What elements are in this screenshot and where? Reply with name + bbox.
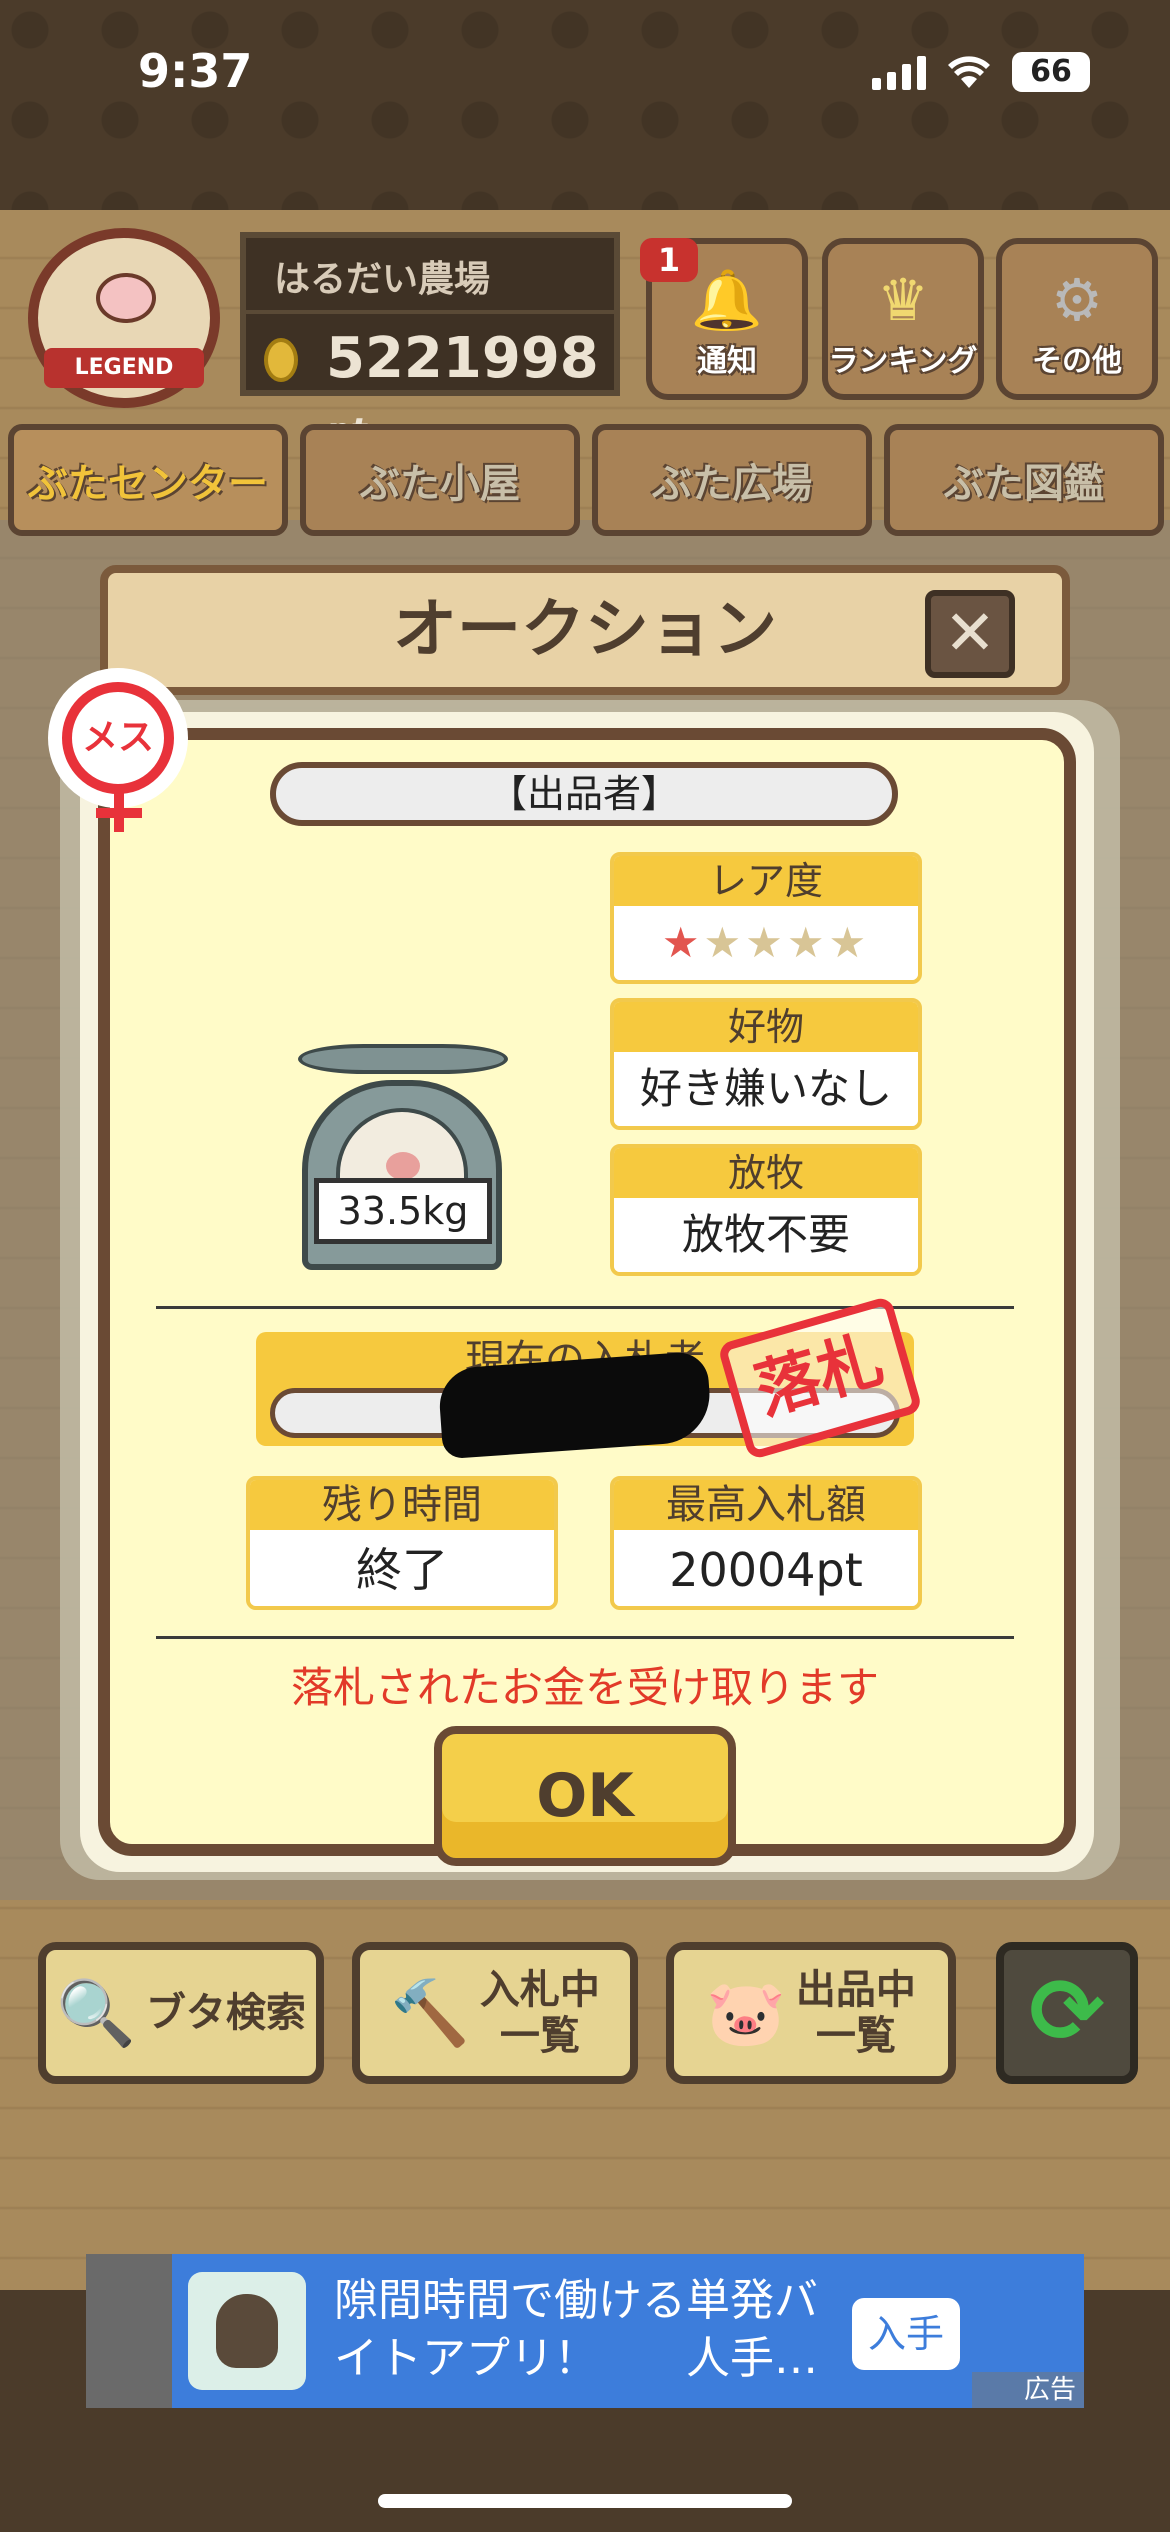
ok-button[interactable]: OK (434, 1726, 736, 1866)
highest-bid-card: 最高入札額 20004pt (610, 1476, 922, 1610)
legend-ribbon: LEGEND (44, 348, 204, 388)
signal-icon (872, 54, 926, 90)
farm-info-panel: はるだい農場 5221998 pt (240, 232, 620, 451)
notification-badge: 1 (640, 238, 698, 282)
remaining-time-label: 残り時間 (250, 1480, 554, 1530)
star-icon: ★ (703, 918, 746, 967)
gavel-icon: 🔨 (390, 1976, 470, 2051)
tab-label: ぶた小屋 (360, 461, 520, 507)
remaining-time-card: 残り時間 終了 (246, 1476, 558, 1610)
ranking-button[interactable]: ♛ ランキング (822, 238, 984, 400)
star-icon: ★ (745, 918, 787, 967)
refresh-icon: ⟳ (1029, 1959, 1105, 2064)
legend-badge[interactable]: LEGEND (28, 228, 220, 408)
pig-icon (96, 273, 156, 323)
crown-icon: ♛ (877, 266, 929, 334)
tab-label: ぶた図鑑 (944, 461, 1104, 507)
pig-icon: 🐷 (706, 1976, 786, 2051)
divider (156, 1636, 1014, 1639)
bell-icon: 🔔 (690, 266, 764, 334)
listing-list-button[interactable]: 🐷 出品中 一覧 (666, 1942, 956, 2084)
pig-search-label: ブタ検索 (145, 1990, 306, 2036)
ad-photo (86, 2254, 172, 2408)
highest-bid-value: 20004pt (614, 1530, 918, 1606)
favorite-food-card: 好物 好き嫌いなし (610, 998, 922, 1130)
listing-list-label: 出品中 一覧 (795, 1967, 916, 2059)
bidding-list-label: 入札中 一覧 (479, 1967, 600, 2059)
tab-buta-hiroba[interactable]: ぶた広場 (592, 424, 872, 536)
status-time: 9:37 (138, 44, 253, 98)
magnifier-icon: 🔍 (56, 1976, 136, 2051)
tab-label: ぶたセンター (28, 461, 268, 507)
gender-label: メス (81, 717, 154, 758)
home-indicator[interactable] (378, 2494, 792, 2508)
modal-title: オークション (393, 593, 777, 667)
settings-label: その他 (1032, 344, 1122, 379)
female-icon: メス (48, 668, 188, 832)
refresh-button[interactable]: ⟳ (996, 1942, 1138, 2084)
rarity-card: レア度 ★★★★★ (610, 852, 922, 984)
rarity-stars: ★★★★★ (614, 906, 918, 980)
app-icon (188, 2272, 306, 2390)
status-icons: 66 (872, 52, 1090, 92)
scale-plate (298, 1044, 508, 1074)
notification-button[interactable]: 1 🔔 通知 (640, 238, 808, 400)
star-icon: ★ (786, 918, 829, 967)
gear-icon: ⚙ (1051, 266, 1103, 334)
battery-icon: 66 (1012, 52, 1090, 92)
highest-bid-label: 最高入札額 (614, 1480, 918, 1530)
close-button[interactable]: ✕ (925, 590, 1015, 678)
pig-search-button[interactable]: 🔍 ブタ検索 (38, 1942, 324, 2084)
wifi-icon (948, 56, 990, 88)
divider (246, 310, 614, 314)
grazing-value: 放牧不要 (614, 1198, 918, 1272)
ad-label: 広告 (972, 2372, 1084, 2408)
bidding-list-button[interactable]: 🔨 入札中 一覧 (352, 1942, 638, 2084)
remaining-time-value: 終了 (250, 1530, 554, 1606)
ad-text: 隙間時間で働ける単発バイトアプリ！ 人手… (334, 2275, 818, 2384)
grazing-card: 放牧 放牧不要 (610, 1144, 922, 1276)
tab-buta-zukan[interactable]: ぶた図鑑 (884, 424, 1164, 536)
notification-label: 通知 (697, 344, 757, 379)
pig-icon (386, 1152, 420, 1180)
farm-name: はるだい農場 (274, 259, 491, 300)
ranking-label: ランキング (828, 344, 978, 379)
favorite-label: 好物 (614, 1002, 918, 1052)
points-value: 5221998 (326, 326, 599, 391)
favorite-value: 好き嫌いなし (614, 1052, 918, 1126)
ad-get-button[interactable]: 入手 (852, 2298, 960, 2370)
settings-button[interactable]: ⚙ その他 (996, 238, 1158, 400)
grazing-label: 放牧 (614, 1148, 918, 1198)
tab-buta-center[interactable]: ぶたセンター (8, 424, 288, 536)
gender-bar (96, 808, 142, 818)
ad-banner[interactable]: 隙間時間で働ける単発バイトアプリ！ 人手… 入手 広告 (86, 2254, 1084, 2408)
coin-icon (264, 338, 298, 382)
star-icon: ★ (828, 918, 871, 967)
close-icon: ✕ (944, 596, 996, 669)
rarity-label: レア度 (614, 856, 918, 906)
star-icon: ★ (661, 918, 704, 967)
person-icon (216, 2294, 278, 2368)
seller-field: 【出品者】 (270, 762, 898, 826)
tab-label: ぶた広場 (652, 461, 812, 507)
weight-value: 33.5kg (314, 1178, 492, 1244)
tab-buta-koya[interactable]: ぶた小屋 (300, 424, 580, 536)
background-top (0, 0, 1170, 220)
receive-message: 落札されたお金を受け取ります (290, 1663, 879, 1712)
